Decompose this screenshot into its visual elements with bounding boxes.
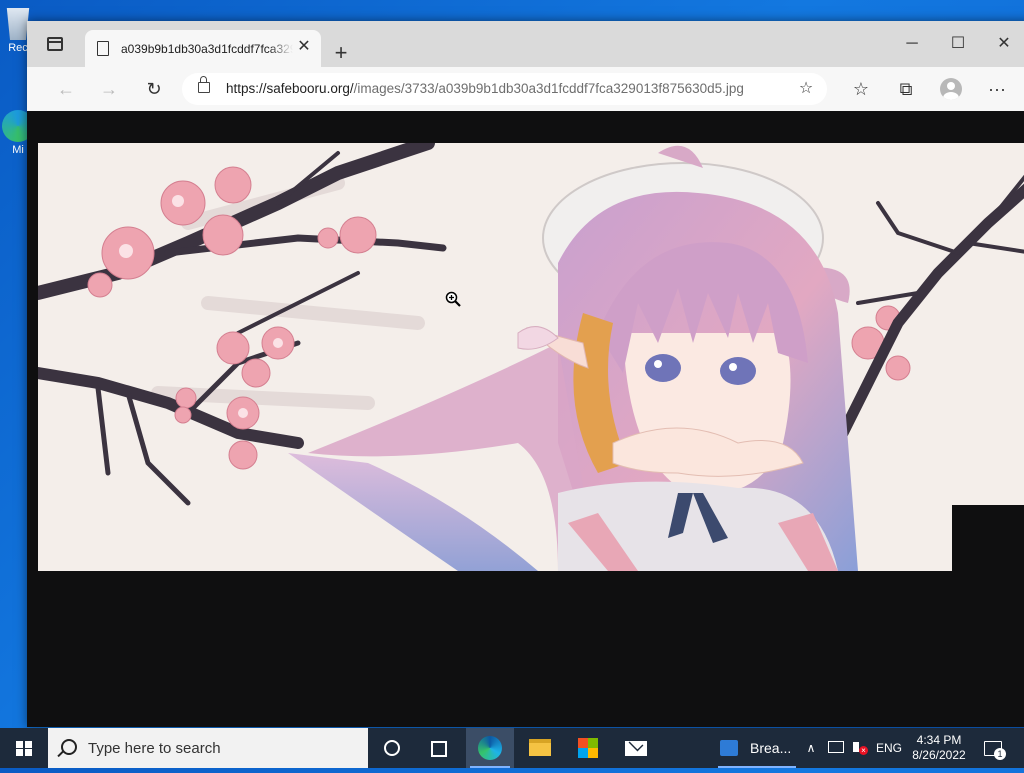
- url-host: https://safebooru.org/: [226, 81, 354, 96]
- browser-toolbar: ← → ↻ https://safebooru.org//images/3733…: [27, 67, 1024, 112]
- clock[interactable]: 4:34 PM 8/26/2022: [906, 728, 972, 773]
- collections-icon[interactable]: ⧉: [894, 77, 918, 101]
- artwork-image[interactable]: [38, 143, 1024, 571]
- taskbar-file-explorer-button[interactable]: [516, 728, 564, 768]
- avatar-icon: [940, 78, 962, 100]
- show-hidden-icons-button[interactable]: ∧: [802, 728, 820, 768]
- back-button[interactable]: ←: [54, 77, 78, 101]
- taskbar-store-button[interactable]: [564, 728, 612, 768]
- settings-menu-button[interactable]: ···: [985, 77, 1009, 101]
- zoom-in-cursor-icon: [445, 291, 461, 307]
- folder-icon: [529, 739, 551, 756]
- cortana-icon: [384, 740, 400, 756]
- task-view-button[interactable]: [416, 728, 464, 768]
- task-view-icon: [431, 741, 447, 757]
- network-monitor-icon: [828, 741, 844, 753]
- forward-button[interactable]: →: [97, 77, 121, 101]
- store-icon: [578, 738, 598, 758]
- artwork-illustration: [38, 143, 1024, 571]
- language-indicator[interactable]: ENG: [876, 728, 902, 768]
- address-bar[interactable]: https://safebooru.org//images/3733/a039b…: [182, 73, 827, 105]
- edge-desktop-label: Mi: [12, 144, 24, 156]
- taskbar-edge-button[interactable]: [466, 728, 514, 768]
- tab-image[interactable]: a039b9b1db30a3d1fcddf7fca329013f875630d5…: [85, 30, 321, 67]
- notification-center-button[interactable]: 1: [980, 728, 1010, 768]
- search-placeholder: Type here to search: [88, 740, 221, 757]
- search-icon: [61, 739, 77, 755]
- url-path: /images/3733/a039b9b1db30a3d1fcddf7fca32…: [353, 81, 744, 96]
- notification-count-badge: 1: [994, 748, 1006, 760]
- mute-badge-icon: ×: [859, 746, 868, 755]
- document-icon: [97, 41, 109, 56]
- tab-actions-icon[interactable]: [47, 37, 63, 51]
- profile-button[interactable]: [939, 77, 963, 101]
- windows-logo-icon: [16, 741, 32, 756]
- taskbar-search-box[interactable]: Type here to search: [48, 728, 368, 768]
- open-app-label: Brea...: [750, 740, 792, 756]
- volume-muted-icon[interactable]: ×: [850, 728, 870, 768]
- add-favorite-icon[interactable]: ☆: [795, 78, 817, 100]
- clock-time: 4:34 PM: [916, 733, 962, 747]
- lock-icon[interactable]: [198, 76, 210, 93]
- taskbar-mail-button[interactable]: [612, 728, 660, 768]
- mail-icon: [625, 741, 647, 756]
- close-window-button[interactable]: ✕: [981, 31, 1024, 57]
- minimize-button[interactable]: ─: [889, 31, 935, 57]
- new-tab-button[interactable]: +: [329, 42, 353, 66]
- recycle-bin-label: Rec: [8, 42, 28, 54]
- app-icon: [720, 740, 738, 756]
- url-text[interactable]: https://safebooru.org//images/3733/a039b…: [226, 81, 744, 96]
- start-button[interactable]: [0, 728, 48, 768]
- favorites-icon[interactable]: ☆: [849, 77, 873, 101]
- edge-icon: [478, 736, 502, 760]
- tab-title: a039b9b1db30a3d1fcddf7fca329013f875630d5…: [121, 42, 293, 56]
- close-tab-button[interactable]: ✕: [295, 38, 313, 56]
- image-viewer: [27, 111, 1024, 727]
- tab-bar: a039b9b1db30a3d1fcddf7fca329013f875630d5…: [27, 21, 1024, 67]
- maximize-button[interactable]: ☐: [935, 31, 981, 57]
- refresh-button[interactable]: ↻: [142, 77, 166, 101]
- browser-window: a039b9b1db30a3d1fcddf7fca329013f875630d5…: [27, 21, 1024, 727]
- clock-date: 8/26/2022: [912, 748, 966, 762]
- taskbar-open-app-button[interactable]: Brea...: [714, 728, 800, 768]
- network-icon[interactable]: [826, 728, 846, 768]
- taskbar: Type here to search Brea... ∧ × ENG 4:34…: [0, 728, 1024, 768]
- cortana-button[interactable]: [368, 728, 416, 768]
